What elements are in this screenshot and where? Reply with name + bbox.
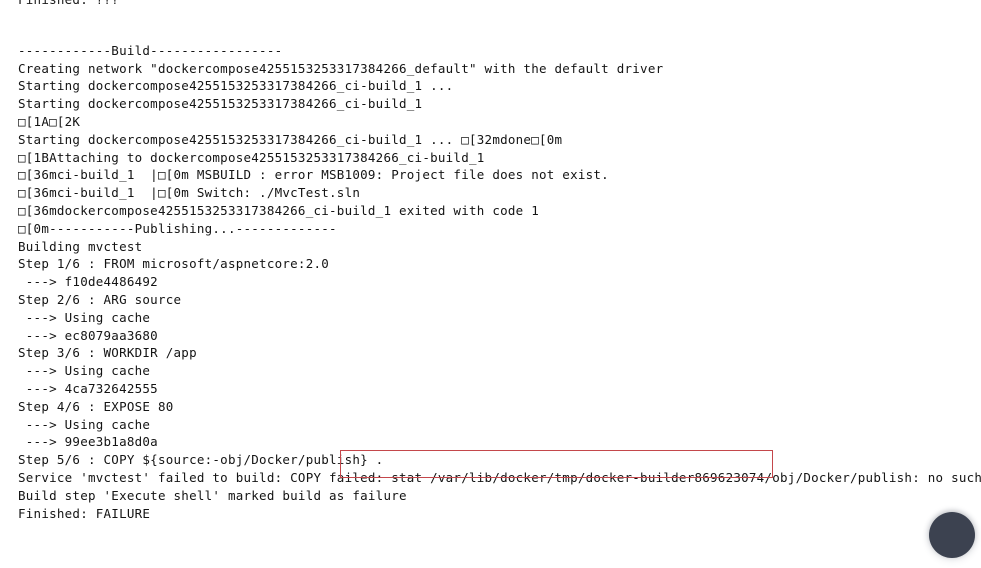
log-line: Finished: FAILURE — [18, 505, 151, 521]
log-line: ---> Using cache — [18, 363, 151, 379]
log-line: ------------Build----------------- — [18, 42, 283, 58]
log-line: Service 'mvctest' failed to build: COPY … — [18, 469, 981, 485]
log-line: Step 3/6 : WORKDIR /app — [18, 345, 197, 361]
log-line: Step 4/6 : EXPOSE 80 — [18, 398, 174, 414]
log-line: Build step 'Execute shell' marked build … — [18, 487, 407, 503]
clipped-top-line: Finished: ??? — [18, 0, 119, 9]
log-line: ---> 99ee3b1a8d0a — [18, 434, 158, 450]
log-line: Step 5/6 : COPY ${source:-obj/Docker/pub… — [18, 452, 384, 468]
log-line: Step 2/6 : ARG source — [18, 291, 182, 307]
log-line: ---> Using cache — [18, 309, 151, 325]
log-line: □[1BAttaching to dockercompose4255153253… — [18, 149, 485, 165]
floating-action-button[interactable] — [929, 512, 975, 558]
log-line: Starting dockercompose425515325331738426… — [18, 96, 423, 112]
log-line: Creating network "dockercompose425515325… — [18, 60, 664, 76]
log-line: Step 1/6 : FROM microsoft/aspnetcore:2.0 — [18, 256, 330, 272]
log-line: Building mvctest — [18, 238, 143, 254]
log-line: ---> f10de4486492 — [18, 274, 158, 290]
log-line: ---> 4ca732642555 — [18, 380, 158, 396]
log-line: □[36mci-build_1 |□[0m MSBUILD : error MS… — [18, 167, 609, 183]
log-line: ---> Using cache — [18, 416, 151, 432]
log-line: □[0m-----------Publishing...------------… — [18, 220, 337, 236]
log-line: ---> ec8079aa3680 — [18, 327, 158, 343]
log-line: Starting dockercompose425515325331738426… — [18, 78, 454, 94]
console-output-panel: Finished: ??? ------------Build---------… — [0, 0, 981, 568]
log-line: □[1A□[2K — [18, 113, 81, 129]
log-line: □[36mci-build_1 |□[0m Switch: ./MvcTest.… — [18, 185, 361, 201]
log-line: Starting dockercompose425515325331738426… — [18, 131, 563, 147]
log-line: □[36mdockercompose4255153253317384266_ci… — [18, 202, 539, 218]
build-log[interactable]: ------------Build----------------- Creati… — [18, 24, 981, 522]
